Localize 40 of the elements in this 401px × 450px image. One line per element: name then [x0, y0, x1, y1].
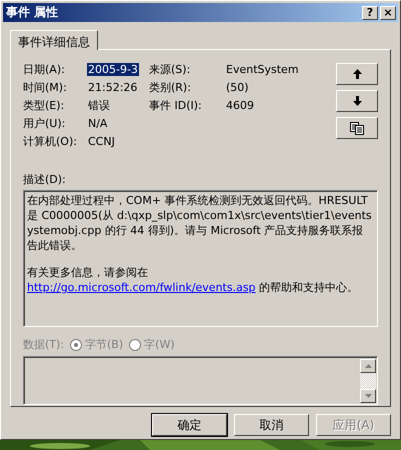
copy-icon [350, 122, 364, 134]
field-value: 错误 [87, 98, 111, 112]
description-text: 有关更多信息，请参阅在 http://go.microsoft.com/fwlink/events.asp 的帮助和支持中心。 [27, 265, 360, 295]
field-value: EventSystem [225, 62, 300, 76]
description-box[interactable] [23, 190, 378, 327]
field-label: 来源(S): [149, 62, 192, 76]
close-button[interactable]: × [380, 6, 396, 20]
down-arrow-icon [352, 96, 362, 106]
data-box[interactable] [23, 356, 378, 405]
tab[interactable]: 事件详细信息 [10, 30, 98, 50]
field-value: 2005-9-3 [87, 62, 139, 76]
next-button[interactable] [336, 90, 378, 112]
scrollbar[interactable] [360, 359, 376, 403]
field-label: 时间(M): [23, 80, 68, 94]
dialog-button[interactable]: 取消 [234, 414, 309, 436]
up-arrow-icon [352, 69, 362, 79]
help-button[interactable]: ? [362, 6, 378, 20]
field-label: 用户(U): [23, 116, 66, 130]
dialog-button[interactable]: 确定 [152, 414, 227, 436]
data-label: 数据(T): [23, 337, 64, 352]
field-value: (50) [225, 80, 250, 94]
field-label: 日期(A): [23, 62, 66, 76]
field-label: 计算机(O): [23, 134, 78, 148]
previous-button[interactable] [336, 63, 378, 85]
field-value: CCNJ [87, 134, 116, 148]
field-label: 事件 ID(I): [149, 98, 203, 112]
radio-label: 字节(B) [85, 337, 124, 352]
window-title: 事件 属性 [6, 4, 60, 21]
help-link[interactable]: http://go.microsoft.com/fwlink/events.asp [27, 281, 256, 294]
radio-label: 字(W) [144, 337, 175, 352]
description-label: 描述(D): [23, 172, 67, 187]
scroll-down-icon [364, 394, 372, 398]
description-text: 在内部处理过程中，COM+ 事件系统检测到无效返回代码。HRESULT 是 C0000005(从 d:\qxp_slp\com\com1x\src\events\tier1\eventsystemobj.cpp 的行 44 得到)。请与 Microsoft 产品支持服务联系报告此错误。 [27, 193, 373, 253]
field-value: 4609 [225, 98, 255, 112]
field-value: 21:52:26 [87, 80, 138, 94]
field-label: 类型(E): [23, 98, 66, 112]
field-value: N/A [87, 116, 108, 130]
copy-button[interactable] [336, 117, 378, 139]
field-label: 类别(R): [149, 80, 192, 94]
scroll-up-icon [364, 364, 372, 368]
